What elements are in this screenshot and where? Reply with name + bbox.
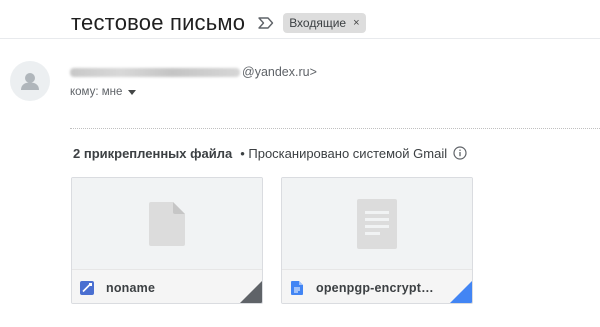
attachment-footer: noname	[72, 269, 262, 303]
card-corner-fold	[450, 281, 472, 303]
email-view: тестовое письмо Входящие × @yandex.ru> к…	[0, 0, 600, 327]
redacted-sender-name	[70, 67, 240, 77]
attachments-divider	[70, 128, 600, 129]
sender-address[interactable]: @yandex.ru>	[70, 64, 317, 80]
docs-file-icon	[290, 280, 304, 295]
attachment-preview	[72, 178, 262, 269]
attachment-footer: openpgp-encrypt…	[282, 269, 472, 303]
person-icon	[21, 73, 39, 90]
email-subject: тестовое письмо	[71, 10, 246, 35]
recipient-details-toggle[interactable]: кому: мне	[70, 84, 137, 100]
info-icon[interactable]	[453, 146, 467, 160]
card-corner-fold	[240, 281, 262, 303]
attachments-header: 2 прикрепленных файла • Просканировано с…	[73, 144, 467, 162]
attachment-card-openpgp[interactable]: openpgp-encrypt…	[281, 177, 473, 304]
attachment-filename: openpgp-encrypt…	[316, 280, 434, 295]
sender-domain: @yandex.ru>	[242, 65, 317, 79]
attachment-filename: noname	[106, 280, 156, 295]
recipient-label: кому: мне	[70, 86, 123, 98]
document-lines-icon	[357, 198, 397, 249]
header-divider	[0, 38, 600, 39]
sender-avatar[interactable]	[10, 61, 50, 101]
attachment-preview	[282, 178, 472, 269]
attachment-count: 2 прикрепленных файла	[73, 145, 233, 161]
attachment-card-noname[interactable]: noname	[71, 177, 263, 304]
image-file-icon	[80, 280, 94, 295]
subject-row: тестовое письмо Входящие ×	[71, 8, 366, 38]
dropdown-caret-icon	[128, 89, 137, 95]
label-chip-inbox[interactable]: Входящие ×	[283, 13, 366, 33]
label-chip-text: Входящие	[289, 16, 347, 30]
blank-file-icon	[149, 201, 185, 246]
scan-note: • Просканировано системой Gmail	[240, 145, 448, 161]
remove-label-icon[interactable]: ×	[353, 17, 359, 29]
importance-marker-icon[interactable]	[258, 17, 274, 29]
